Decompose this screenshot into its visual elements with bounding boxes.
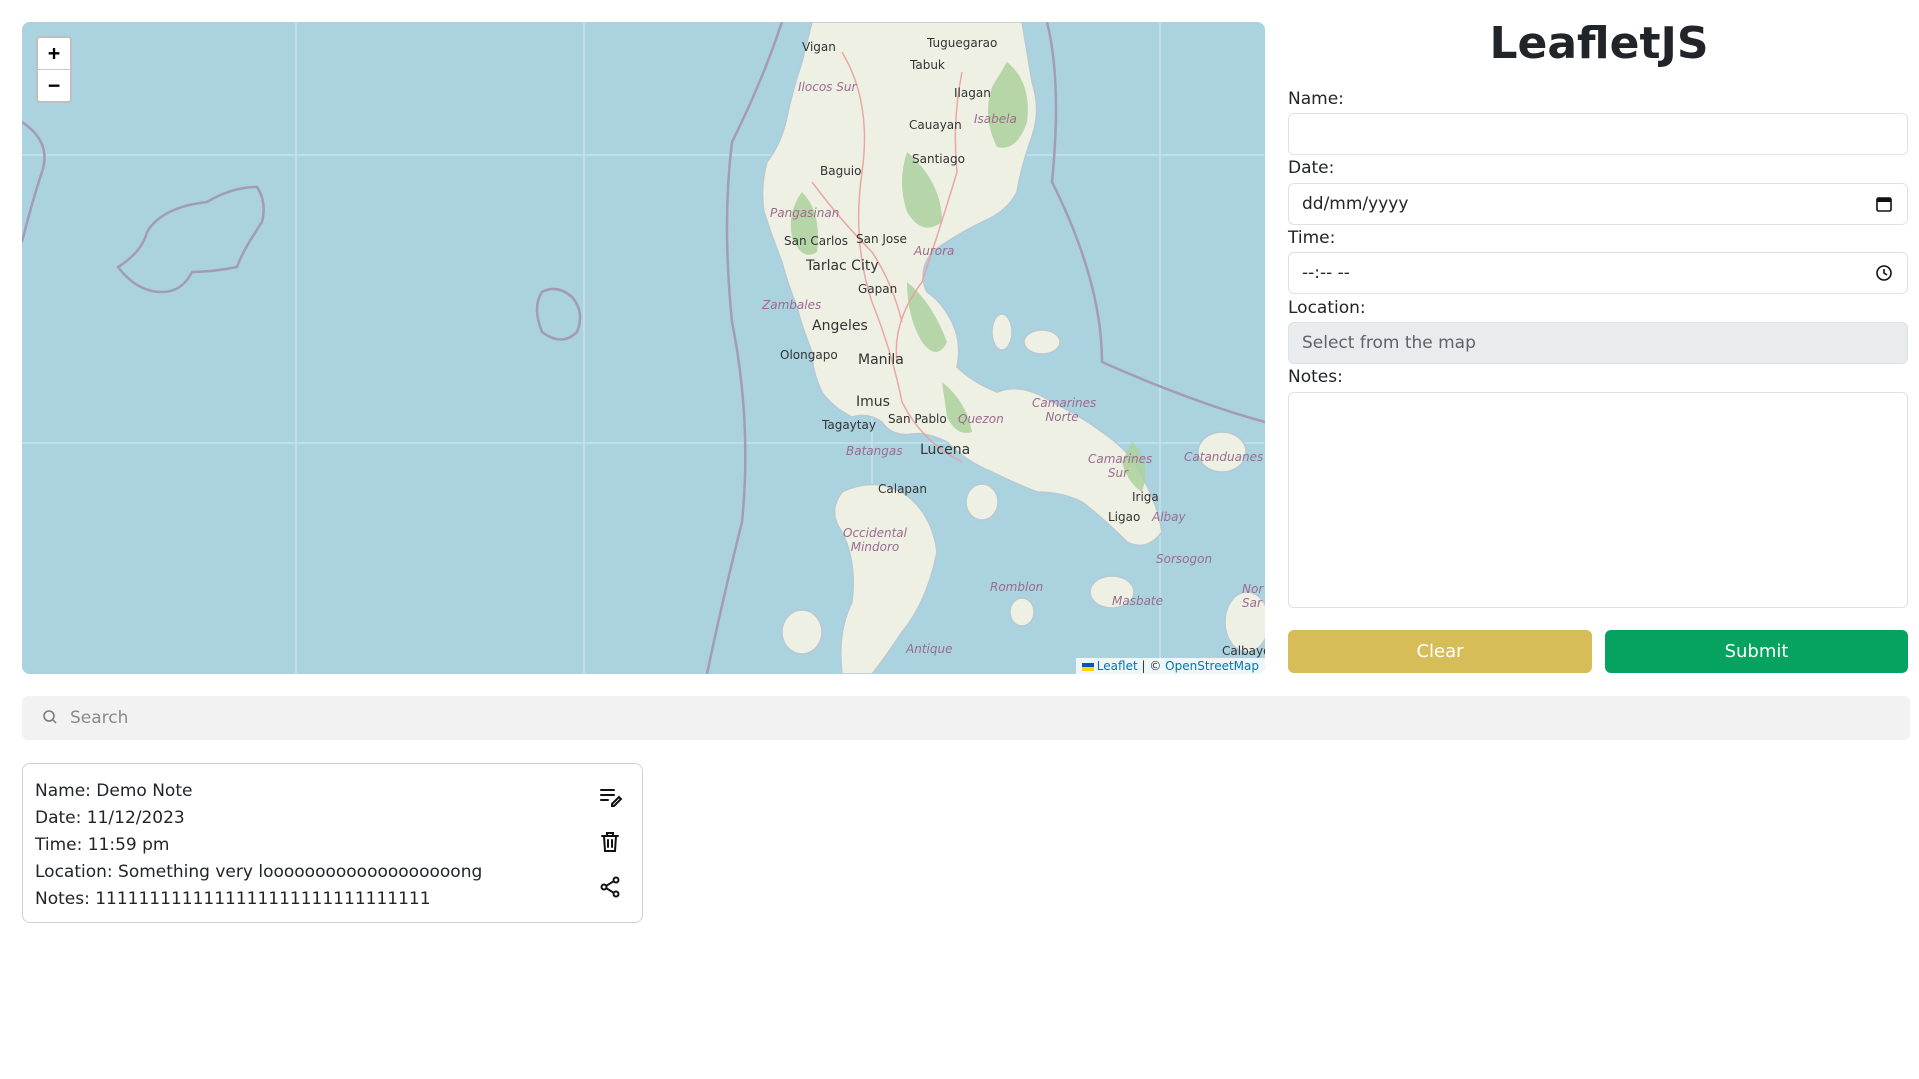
town-label: Imus: [856, 394, 890, 410]
notes-label: Notes:: [1288, 367, 1343, 387]
province-label: Isabela: [974, 112, 1017, 126]
town-label: Angeles: [812, 318, 868, 334]
time-placeholder: --:-- --: [1302, 263, 1350, 283]
province-label: Camarines Norte: [1032, 396, 1097, 424]
zoom-in-button[interactable]: +: [38, 38, 70, 69]
town-label: San Pablo: [888, 412, 947, 426]
search-icon: [43, 710, 57, 724]
town-label: Baguio: [820, 164, 862, 178]
name-label: Name:: [1288, 89, 1344, 109]
location-label: Location:: [1288, 298, 1366, 318]
town-label: San Jose: [856, 232, 907, 246]
clear-button[interactable]: Clear: [1288, 630, 1592, 673]
zoom-out-button[interactable]: −: [38, 69, 70, 101]
note-location: Location: Something very loooooooooooooo…: [35, 862, 483, 882]
province-label: Occidental Mindoro: [843, 526, 907, 554]
province-label: Ilocos Sur: [798, 80, 857, 94]
town-label: Manila: [858, 352, 904, 368]
note-date: Date: 11/12/2023: [35, 808, 185, 828]
search-input[interactable]: Search: [22, 696, 1910, 740]
note-card: Name: Demo Note Date: 11/12/2023 Time: 1…: [22, 763, 643, 923]
note-name: Name: Demo Note: [35, 781, 193, 801]
province-label: Pangasinan: [770, 206, 840, 220]
town-label: Tagaytay: [822, 418, 876, 432]
province-label: Aurora: [914, 244, 955, 258]
time-input[interactable]: --:-- --: [1288, 252, 1908, 294]
attribution-separator: | ©: [1137, 659, 1166, 673]
town-label: Lucena: [920, 442, 971, 458]
town-label: Gapan: [858, 282, 898, 296]
town-label: Calapan: [878, 482, 927, 496]
clock-icon[interactable]: [1875, 264, 1893, 282]
osm-link[interactable]: OpenStreetMap: [1165, 659, 1259, 673]
search-placeholder: Search: [70, 708, 129, 728]
province-label: Romblon: [990, 580, 1044, 594]
zoom-control: + −: [36, 36, 72, 103]
province-label: Antique: [906, 642, 953, 656]
province-label: Masbate: [1112, 594, 1164, 608]
note-time: Time: 11:59 pm: [35, 835, 170, 855]
date-label: Date:: [1288, 158, 1335, 178]
name-input[interactable]: [1288, 113, 1908, 155]
province-label: Albay: [1152, 510, 1186, 524]
map-attribution: Leaflet | © OpenStreetMap: [1075, 658, 1265, 674]
province-label: Sorsogon: [1156, 552, 1213, 566]
town-label: Tabuk: [910, 58, 945, 72]
province-label: Zambales: [762, 298, 822, 312]
ukraine-flag-icon: [1081, 662, 1094, 671]
town-label: Cauayan: [909, 118, 962, 132]
town-label: Olongapo: [780, 348, 838, 362]
submit-button[interactable]: Submit: [1605, 630, 1908, 673]
date-input[interactable]: dd/mm/yyyy: [1288, 183, 1908, 225]
province-label: Catanduanes: [1184, 450, 1264, 464]
map[interactable]: Vigan Tuguegarao Tabuk Ilagan Cauayan Sa…: [22, 22, 1265, 674]
time-label: Time:: [1288, 228, 1336, 248]
town-label: Vigan: [802, 40, 836, 54]
town-label: Ligao: [1108, 510, 1141, 524]
town-label: Tarlac City: [806, 258, 879, 274]
location-input[interactable]: Select from the map: [1288, 322, 1908, 364]
town-label: Santiago: [912, 152, 965, 166]
province-label: Camarines Sur: [1088, 452, 1153, 480]
province-label: Nor Sar: [1242, 582, 1264, 610]
town-label: Iriga: [1132, 490, 1159, 504]
town-label: Calbayo: [1222, 644, 1265, 658]
province-label: Quezon: [958, 412, 1004, 426]
map-tiles[interactable]: [22, 22, 1265, 674]
town-label: San Carlos: [784, 234, 848, 248]
note-notes: Notes: 1111111111111111111111111111111: [35, 889, 431, 909]
location-placeholder: Select from the map: [1302, 333, 1476, 353]
province-label: Batangas: [846, 444, 903, 458]
town-label: Tuguegarao: [927, 36, 998, 50]
date-placeholder: dd/mm/yyyy: [1302, 194, 1409, 214]
town-label: Ilagan: [954, 86, 991, 100]
trash-icon[interactable]: [598, 830, 622, 854]
calendar-icon[interactable]: [1875, 195, 1893, 213]
notes-textarea[interactable]: [1288, 392, 1908, 608]
leaflet-link[interactable]: Leaflet: [1097, 659, 1138, 673]
page-title: LeafletJS: [1489, 18, 1709, 69]
edit-note-icon[interactable]: [598, 784, 622, 808]
share-icon[interactable]: [598, 875, 622, 899]
